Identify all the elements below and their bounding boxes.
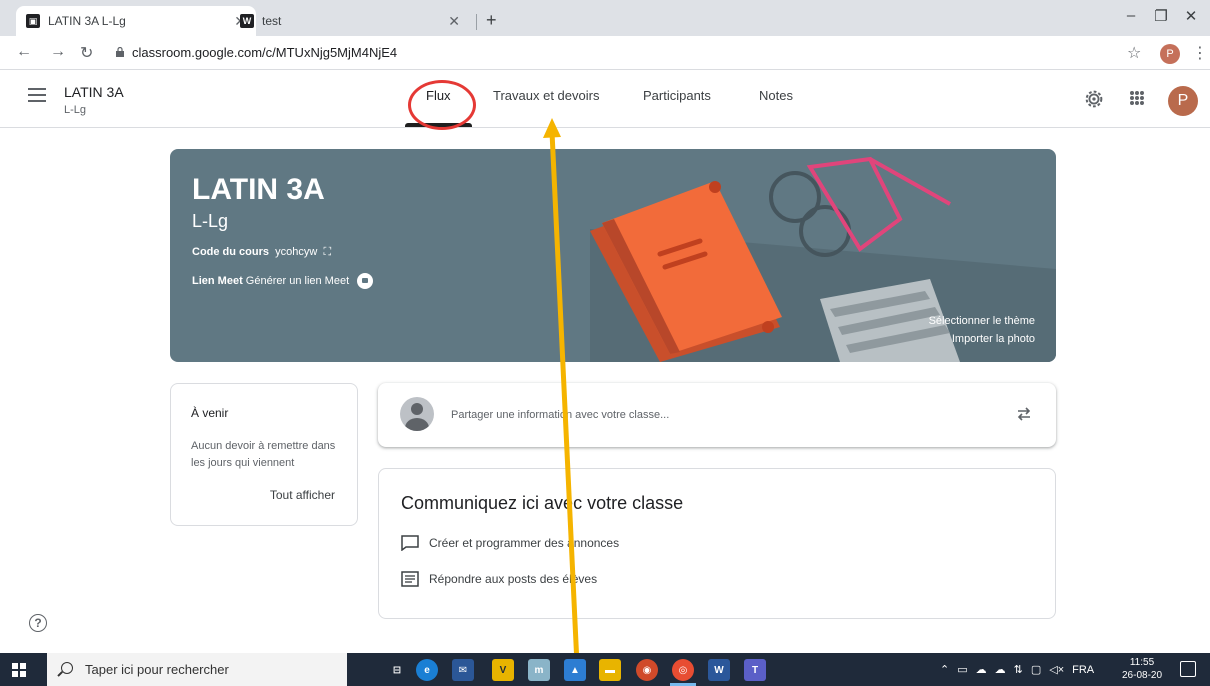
tab-notes[interactable]: Notes [759,88,793,103]
system-tray: ⌃ ▭ ☁ ☁ ⇅ ▢ ◁× FRA [940,663,1094,677]
generate-meet-link[interactable]: Générer un lien Meet [246,275,349,287]
url-field[interactable]: classroom.google.com/c/MTUxNjg5MjM4NjE4 [132,45,397,60]
communicate-title: Communiquez ici avec votre classe [401,493,684,513]
close-tab-icon[interactable]: ✕ [448,13,460,30]
chrome-menu-icon[interactable]: ⋮ [1192,43,1208,63]
upcoming-empty-text: Aucun devoir à remettre dans les jours q… [191,440,336,469]
classroom-header: LATIN 3A L-Lg Flux Travaux et devoirs Pa… [0,70,1210,128]
tray-cloud-icon[interactable]: ☁ [995,663,1006,676]
upcoming-title: À venir [191,406,229,420]
user-avatar[interactable]: P [1168,86,1198,116]
import-photo-link[interactable]: Importer la photo [952,333,1035,345]
create-announcements-text: Créer et programmer des annonces [429,536,620,550]
clock-time: 11:55 [1129,657,1155,668]
list-item: Répondre aux posts des élèves [401,571,597,587]
tray-network-icon[interactable]: ⇅ [1014,663,1023,676]
vectorworks-icon[interactable]: V [492,659,514,681]
main-menu-icon[interactable] [28,88,46,102]
wix-icon: W [240,14,254,28]
tab-title: LATIN 3A L-Lg [48,14,126,28]
moodle-icon[interactable]: m [528,659,550,681]
banner-class-title: LATIN 3A [192,173,325,206]
settings-gear-icon[interactable] [1083,88,1105,110]
reply-posts-icon [401,571,419,587]
restore-icon[interactable]: ❐ [1146,7,1176,25]
meet-label: Lien Meet [192,275,243,287]
teams-icon[interactable]: T [744,659,766,681]
course-code-label: Code du cours [192,246,270,258]
file-explorer-icon[interactable]: ▬ [599,659,621,681]
tab-title: test [262,14,282,28]
view-all-button[interactable]: Tout afficher [270,488,335,502]
classroom-icon: ▣ [26,14,40,28]
tab-divider [476,14,477,30]
taskbar-clock[interactable]: 11:55 26-08-20 [1122,656,1162,682]
tab-travaux-et-devoirs[interactable]: Travaux et devoirs [493,88,599,103]
word-icon[interactable]: W [708,659,730,681]
chrome-profile-avatar[interactable]: P [1160,44,1180,64]
upcoming-card: À venir Aucun devoir à remettre dans les… [170,383,358,526]
list-item: Créer et programmer des annonces [401,535,619,551]
tray-language[interactable]: FRA [1072,664,1094,676]
mail-icon[interactable]: ✉ [452,659,474,681]
share-placeholder[interactable]: Partager une information avec votre clas… [451,409,669,421]
browser-tab-classroom[interactable]: ▣ LATIN 3A L-Lg ✕ [16,6,256,36]
reload-icon[interactable]: ↻ [80,43,93,63]
windows-start-icon[interactable] [12,663,26,677]
search-icon [61,662,73,674]
reply-posts-text: Répondre aux posts des élèves [429,572,598,586]
lock-icon[interactable] [116,47,124,57]
app-red-icon[interactable]: ◉ [636,659,658,681]
bookmark-star-icon[interactable]: ☆ [1127,43,1141,63]
edge-icon[interactable]: e [416,659,438,681]
tab-participants[interactable]: Participants [643,88,711,103]
tray-monitor-icon[interactable]: ▢ [1031,663,1041,676]
course-code-value[interactable]: ycohcyw [275,246,317,258]
meet-link: Lien Meet Générer un lien Meet [192,273,374,289]
meet-icon[interactable] [357,273,374,289]
banner-class-section: L-Lg [192,211,229,231]
clock-date: 26-08-20 [1122,670,1163,681]
notification-center-icon[interactable] [1180,661,1196,677]
google-apps-icon[interactable] [1130,91,1144,105]
announcement-icon [401,535,419,551]
new-tab-button[interactable]: + [486,10,497,31]
browser-tab-test[interactable]: W test ✕ [230,6,470,36]
avatar [400,397,434,431]
address-bar: ← → ↻ classroom.google.com/c/MTUxNjg5MjM… [0,36,1210,70]
tray-volume-icon[interactable]: ◁× [1049,663,1064,676]
task-view-icon[interactable]: ⊟ [386,659,408,681]
browser-tab-strip: ▣ LATIN 3A L-Lg ✕ W test ✕ + – ❐ ✕ [0,0,1210,36]
close-window-icon[interactable]: ✕ [1176,7,1206,25]
annotation-circle [408,80,476,130]
tray-onedrive-icon[interactable]: ☁ [976,663,987,676]
onedrive-app-icon[interactable]: ▲ [564,659,586,681]
forward-icon[interactable]: → [50,43,66,61]
minimize-icon[interactable]: – [1116,7,1146,24]
header-class-section: L-Lg [64,104,87,116]
taskbar-search-placeholder[interactable]: Taper ici pour rechercher [85,662,229,677]
fullscreen-icon[interactable]: ⛶ [320,246,331,258]
back-icon[interactable]: ← [16,43,32,61]
reuse-post-icon[interactable] [1015,405,1033,423]
share-announcement-box[interactable]: Partager une information avec votre clas… [378,383,1056,447]
windows-taskbar: Taper ici pour rechercher ⊟ e ✉ V m ▲ ▬ … [0,653,1210,686]
chrome-icon[interactable]: ◎ [672,659,694,681]
help-icon[interactable]: ? [29,614,47,632]
communicate-card: Communiquez ici avec votre classe Créer … [378,468,1056,619]
course-code: Code du cours ycohcyw ⛶ [192,246,331,259]
tray-chevron-icon[interactable]: ⌃ [940,663,949,676]
class-banner: LATIN 3A L-Lg Code du cours ycohcyw ⛶ Li… [170,149,1056,362]
tray-battery-icon[interactable]: ▭ [957,663,967,676]
select-theme-link[interactable]: Sélectionner le thème [929,315,1035,327]
header-class-name[interactable]: LATIN 3A [64,84,124,100]
taskbar-search[interactable]: Taper ici pour rechercher [47,653,347,686]
